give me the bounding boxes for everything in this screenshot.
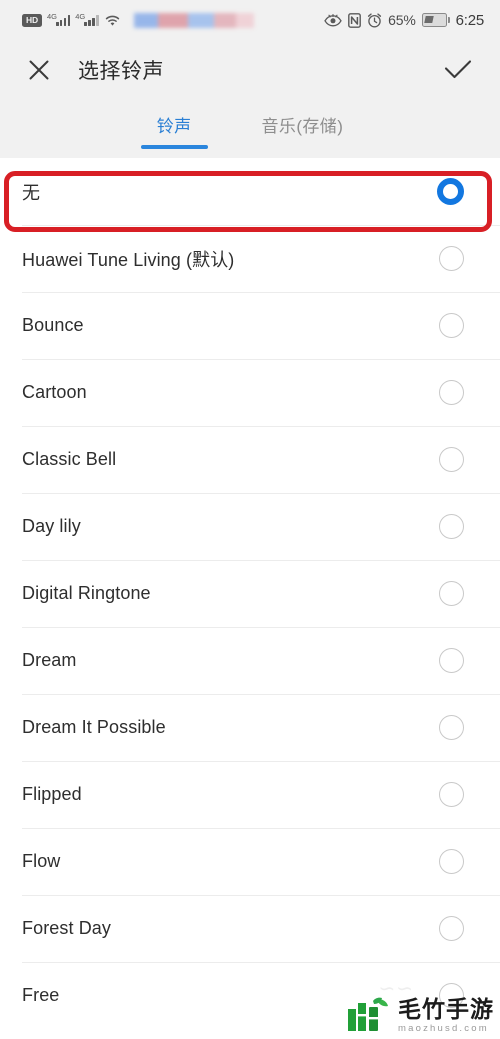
radio-button[interactable] xyxy=(439,246,464,271)
radio-button[interactable] xyxy=(439,380,464,405)
ringtone-row[interactable]: Dream xyxy=(0,627,500,694)
ringtone-row[interactable]: 无 xyxy=(0,158,500,225)
ringtone-row[interactable]: Flow xyxy=(0,828,500,895)
ringtone-label: Flipped xyxy=(22,784,82,804)
ringtone-row[interactable]: Cartoon xyxy=(0,359,500,426)
ringtone-row[interactable]: Classic Bell xyxy=(0,426,500,493)
phone-screen: HD 4G 4G 65% 6:25 选择铃声 铃声 音乐(存储) 无 Huawe… xyxy=(0,0,500,1039)
ringtone-row[interactable]: Digital Ringtone xyxy=(0,560,500,627)
wifi-icon xyxy=(104,14,121,27)
ringtone-row[interactable]: Huawei Tune Living (默认) xyxy=(0,225,500,292)
nfc-icon xyxy=(348,12,362,28)
radio-button[interactable] xyxy=(439,916,464,941)
ringtone-row[interactable]: Dream It Possible xyxy=(0,694,500,761)
watermark-site-name: 毛竹手游 xyxy=(398,995,494,1022)
status-bar: HD 4G 4G 65% 6:25 xyxy=(0,0,500,40)
ringtone-label: Forest Day xyxy=(22,918,112,938)
ringtone-label: Dream It Possible xyxy=(22,717,166,737)
watermark-site-url: maozhusd.com xyxy=(398,1022,489,1034)
site-watermark: 毛竹手游 maozhusd.com xyxy=(347,995,494,1034)
ringtone-row[interactable]: Day lily xyxy=(0,493,500,560)
tab-bar: 铃声 音乐(存储) xyxy=(0,100,500,158)
tab-ringtones[interactable]: 铃声 xyxy=(140,112,208,149)
ringtone-label: Day lily xyxy=(22,516,81,536)
status-bar-right: 65% 6:25 xyxy=(324,12,484,29)
radio-button[interactable] xyxy=(439,782,464,807)
radio-button[interactable] xyxy=(439,715,464,740)
ringtone-row[interactable]: Forest Day xyxy=(0,895,500,962)
ringtone-label: Cartoon xyxy=(22,382,87,402)
eye-icon xyxy=(324,13,342,27)
battery-icon xyxy=(421,13,450,27)
radio-button[interactable] xyxy=(439,447,464,472)
radio-button[interactable] xyxy=(439,581,464,606)
redacted-carrier-label xyxy=(133,12,254,28)
signal-sim2-icon: 4G xyxy=(75,13,99,26)
hd-icon: HD xyxy=(22,13,42,27)
battery-percent-label: 65% xyxy=(388,12,416,28)
signal-sim1-icon: 4G xyxy=(47,13,71,26)
watermark-text: 毛竹手游 maozhusd.com xyxy=(398,995,494,1034)
status-bar-left: HD 4G 4G xyxy=(22,12,254,28)
bamboo-logo-icon xyxy=(347,997,393,1033)
radio-button-selected[interactable] xyxy=(437,178,464,205)
tab-music-storage[interactable]: 音乐(存储) xyxy=(258,112,348,149)
app-bar: 选择铃声 xyxy=(0,40,500,100)
close-icon[interactable] xyxy=(24,55,54,85)
alarm-clock-icon xyxy=(367,12,382,28)
page-title: 选择铃声 xyxy=(78,60,164,83)
ringtone-label: Flow xyxy=(22,851,61,871)
radio-button[interactable] xyxy=(439,648,464,673)
ringtone-label: Dream xyxy=(22,650,77,670)
radio-button[interactable] xyxy=(439,313,464,338)
ringtone-label: Classic Bell xyxy=(22,449,117,469)
check-icon[interactable] xyxy=(442,54,474,86)
ringtone-label: Digital Ringtone xyxy=(22,583,151,603)
ringtone-row[interactable]: Flipped xyxy=(0,761,500,828)
radio-button[interactable] xyxy=(439,849,464,874)
ringtone-label: Bounce xyxy=(22,315,84,335)
radio-button[interactable] xyxy=(439,514,464,539)
ringtone-row[interactable]: Bounce xyxy=(0,292,500,359)
ringtone-list: 无 Huawei Tune Living (默认) Bounce Cartoon Cla… xyxy=(0,158,500,1029)
ringtone-label: 无 xyxy=(22,182,41,203)
ringtone-label: Huawei Tune Living (默认) xyxy=(22,249,235,270)
clock-label: 6:25 xyxy=(455,11,485,29)
